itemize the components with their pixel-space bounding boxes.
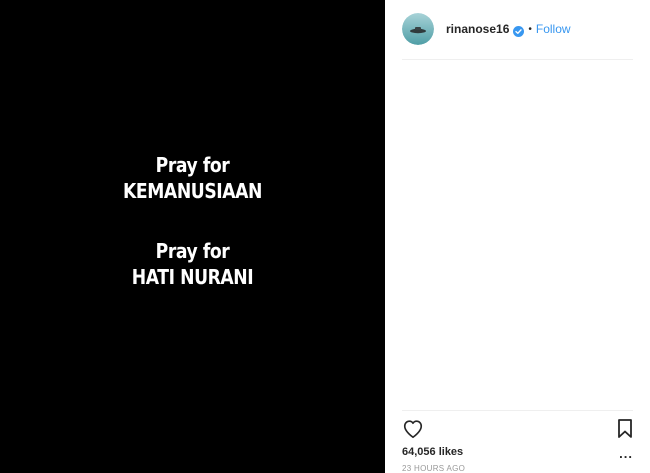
separator-dot: • xyxy=(528,23,532,35)
more-options-icon[interactable]: ... xyxy=(619,446,633,461)
likes-count[interactable]: 64,056 likes xyxy=(402,446,463,458)
heart-icon[interactable] xyxy=(402,418,424,440)
post-timestamp[interactable]: 23 HOURS AGO xyxy=(402,464,465,473)
action-bar xyxy=(402,418,633,442)
image-text-line-3: Pray for xyxy=(155,239,230,263)
post-header: rinanose16 • Follow xyxy=(402,11,633,47)
image-text-line-2: KEMANUSIAAN xyxy=(123,179,262,203)
instagram-post: Pray for KEMANUSIAAN Pray for HATI NURAN… xyxy=(0,0,650,473)
header-divider xyxy=(402,59,633,60)
image-text-line-1: Pray for xyxy=(155,153,230,177)
bookmark-icon[interactable] xyxy=(617,418,633,440)
follow-button[interactable]: Follow xyxy=(536,22,571,36)
avatar[interactable] xyxy=(402,13,434,45)
verified-badge-icon xyxy=(513,24,525,37)
image-text-line-4: HATI NURANI xyxy=(131,265,254,289)
post-image[interactable]: Pray for KEMANUSIAAN Pray for HATI NURAN… xyxy=(0,0,385,473)
post-sidebar: rinanose16 • Follow 64,056 likes 23 HOUR… xyxy=(385,0,650,473)
username-link[interactable]: rinanose16 xyxy=(446,22,509,36)
actions-divider xyxy=(402,410,633,411)
